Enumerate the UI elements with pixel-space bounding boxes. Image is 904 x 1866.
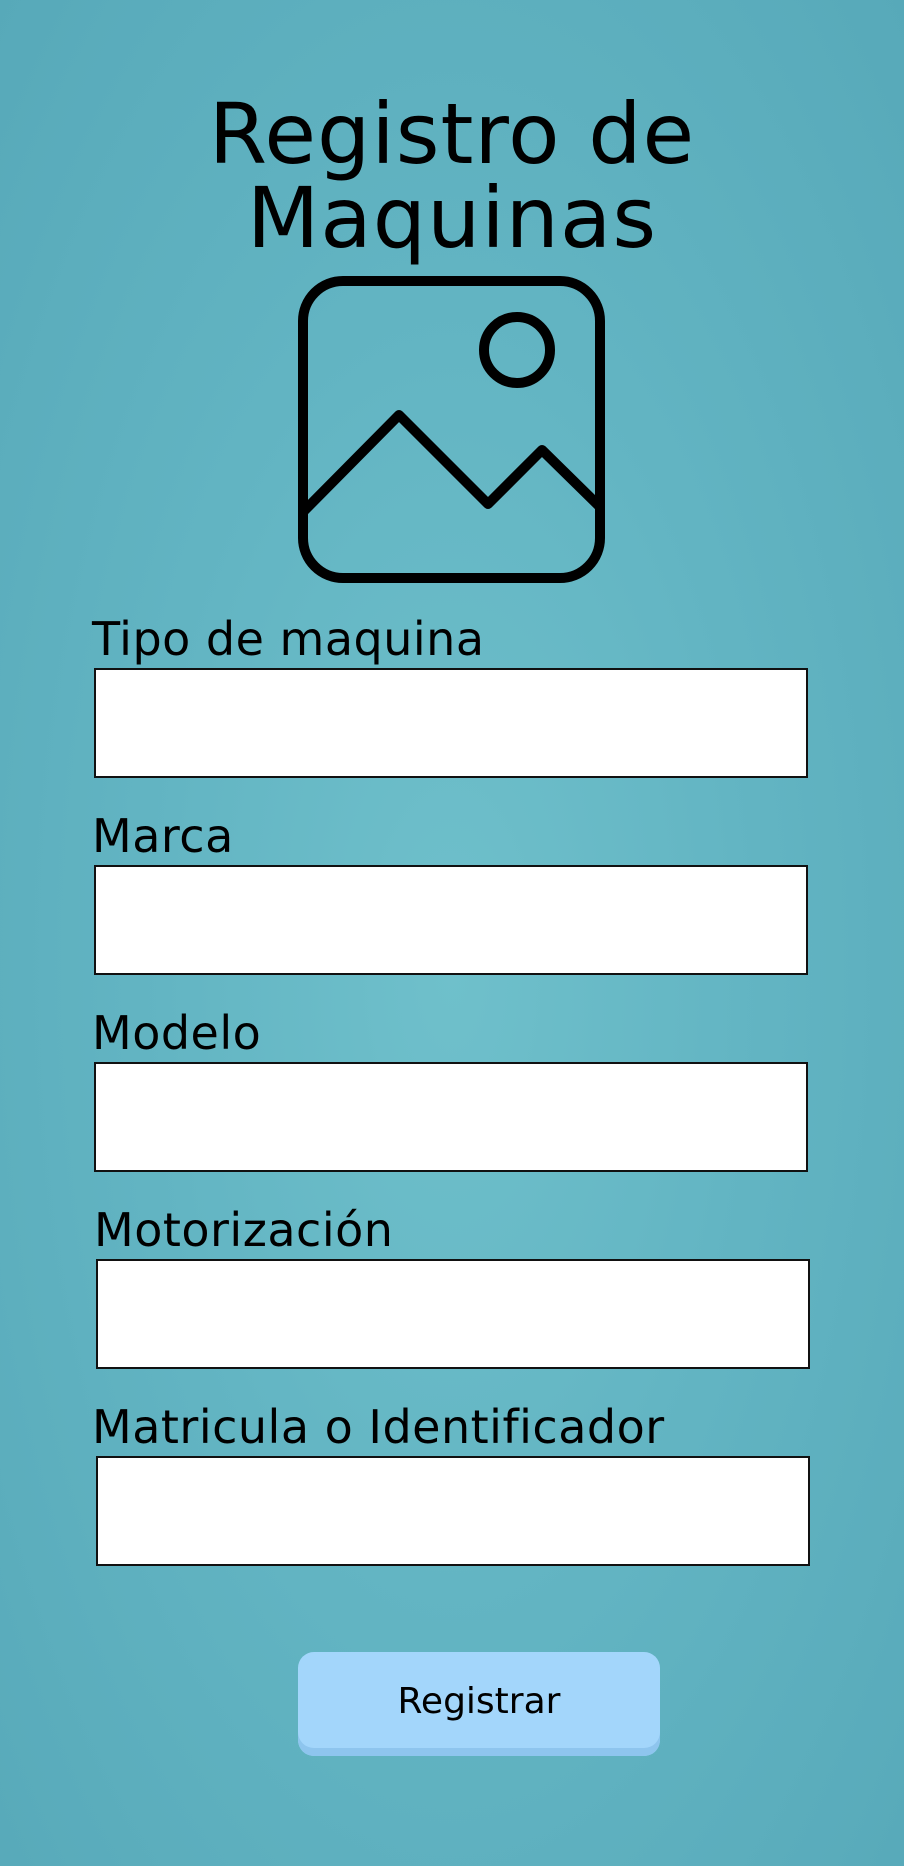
motorization-input[interactable] xyxy=(96,1259,810,1369)
registration-id-label: Matricula o Identificador xyxy=(92,1400,665,1454)
model-label: Modelo xyxy=(92,1006,262,1060)
brand-label: Marca xyxy=(92,809,234,863)
page-title-line-2: Maquinas xyxy=(246,169,658,267)
motorization-label: Motorización xyxy=(94,1203,394,1257)
registration-id-input[interactable] xyxy=(96,1456,810,1566)
model-input[interactable] xyxy=(94,1062,808,1172)
page-title-line-1: Registro de xyxy=(208,85,696,183)
machine-type-input[interactable] xyxy=(94,668,808,778)
machine-type-label: Tipo de maquina xyxy=(92,612,485,666)
image-placeholder-icon xyxy=(298,276,605,583)
register-button[interactable]: Registrar xyxy=(298,1652,660,1756)
page-title: Registro de Maquinas xyxy=(0,92,904,260)
brand-input[interactable] xyxy=(94,865,808,975)
